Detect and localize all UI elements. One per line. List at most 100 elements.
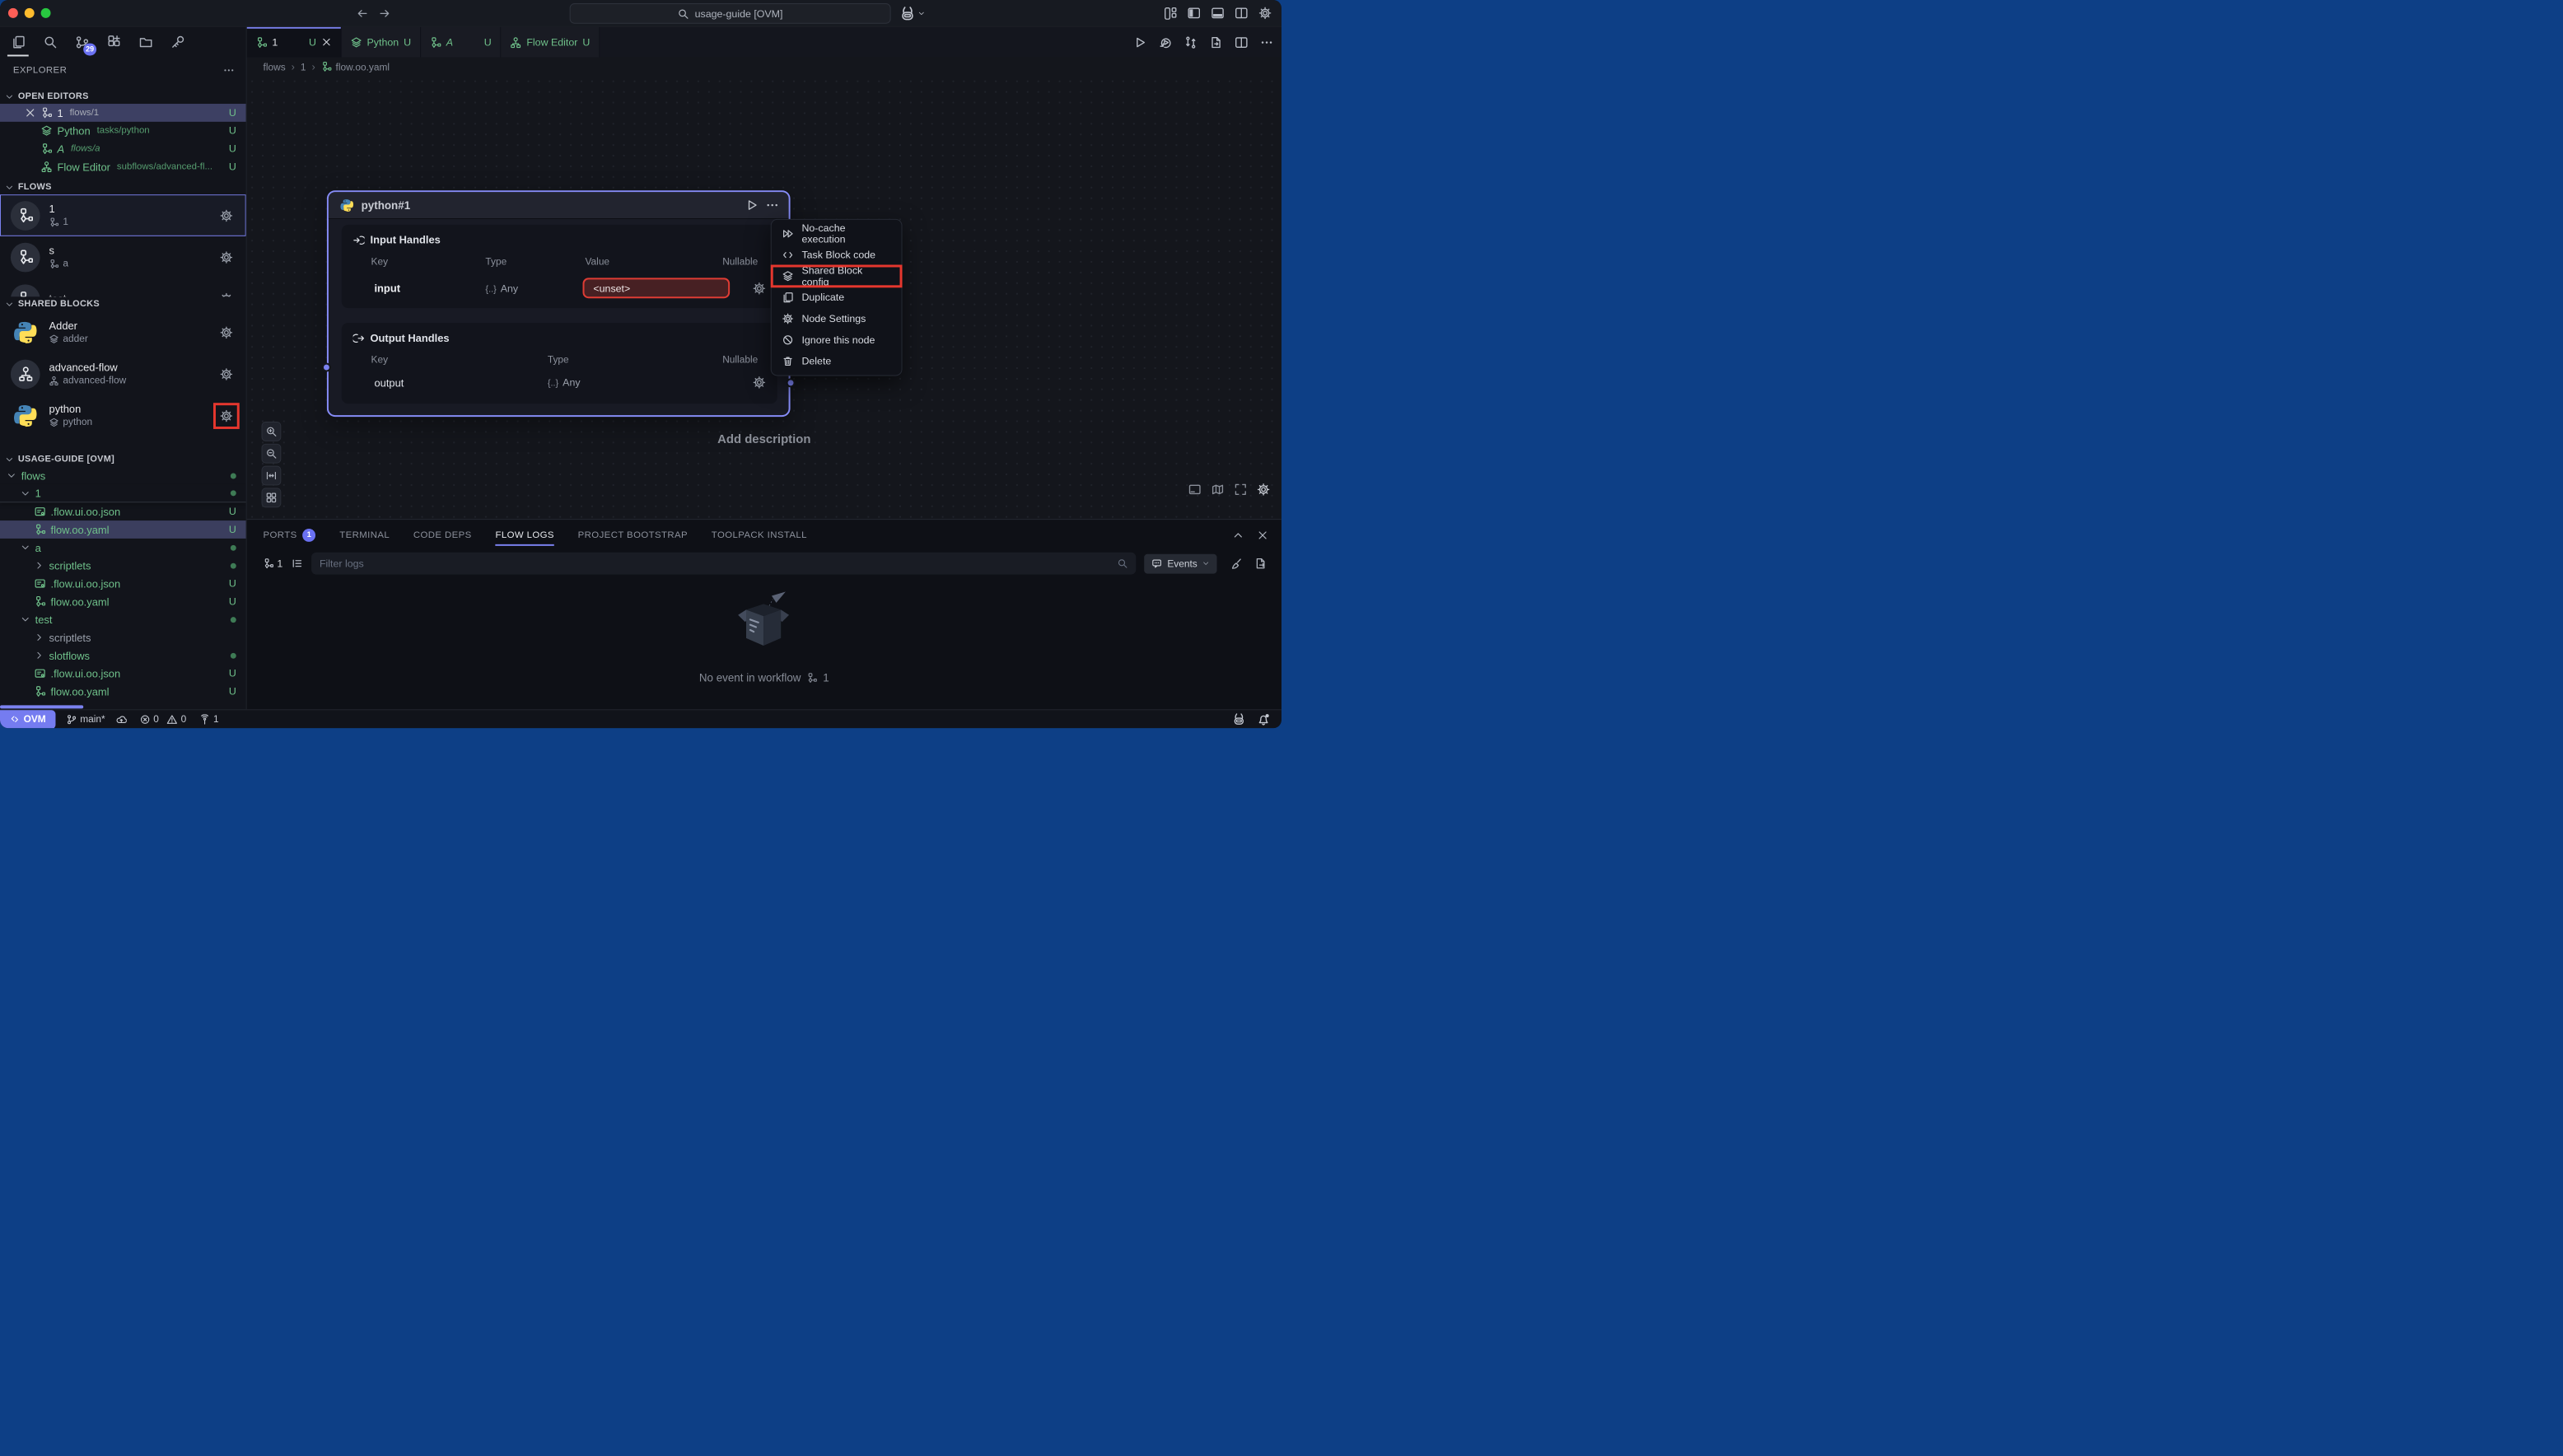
tree-item[interactable]: test bbox=[0, 610, 246, 628]
flows-header[interactable]: FLOWS bbox=[0, 180, 246, 194]
ports-status[interactable]: 1 bbox=[199, 713, 219, 725]
panel-tab[interactable]: TOOLPACK INSTALL bbox=[712, 520, 807, 550]
rerun-icon[interactable] bbox=[1159, 35, 1172, 49]
tree-item[interactable]: flow.oo.yaml U bbox=[0, 592, 246, 610]
map-icon[interactable] bbox=[1211, 483, 1225, 496]
run-node-icon[interactable] bbox=[745, 198, 759, 212]
notifications-bell-icon[interactable] bbox=[1257, 712, 1270, 726]
node-header[interactable]: python#1 bbox=[329, 192, 789, 219]
zoom-out-button[interactable] bbox=[262, 444, 282, 464]
close-tab-icon[interactable] bbox=[321, 37, 332, 48]
panel-tab[interactable]: PORTS 1 bbox=[264, 520, 316, 550]
shared-block-item[interactable]: Adder adder bbox=[0, 311, 246, 353]
open-editors-header[interactable]: OPEN EDITORS bbox=[0, 89, 246, 104]
node-more-icon[interactable] bbox=[766, 198, 779, 212]
tree-item[interactable]: .flow.ui.oo.json U bbox=[0, 665, 246, 683]
flow-settings-gear-icon[interactable] bbox=[219, 250, 234, 264]
clear-logs-icon[interactable] bbox=[1230, 558, 1242, 570]
editor-tab[interactable]: A U bbox=[421, 27, 502, 58]
panel-tab[interactable]: PROJECT BOOTSTRAP bbox=[578, 520, 688, 550]
tree-item[interactable]: flow.oo.yaml U bbox=[0, 520, 246, 539]
context-menu-item[interactable]: Delete bbox=[772, 351, 902, 372]
command-center-search[interactable]: usage-guide [OVM] bbox=[570, 3, 891, 24]
tree-item[interactable]: slotflows bbox=[0, 646, 246, 665]
flow-list-item[interactable]: 1 1 bbox=[0, 194, 246, 236]
folder-view-icon[interactable] bbox=[137, 33, 155, 51]
flow-canvas[interactable]: python#1 Input Handles Key Type Value Nu… bbox=[247, 76, 1282, 519]
zoom-in-button[interactable] bbox=[262, 422, 282, 441]
open-changes-icon[interactable] bbox=[1210, 35, 1223, 49]
block-settings-gear-icon[interactable] bbox=[219, 324, 234, 339]
unset-value-chip[interactable]: <unset> bbox=[583, 278, 731, 298]
shared-block-item[interactable]: python python bbox=[0, 394, 246, 436]
context-menu-item[interactable]: Task Block code bbox=[772, 245, 902, 266]
tree-item[interactable]: scriptlets bbox=[0, 557, 246, 575]
editor-tab[interactable]: Python U bbox=[342, 27, 421, 58]
mascot-icon[interactable] bbox=[1232, 712, 1245, 726]
flow-reference[interactable]: 1 bbox=[264, 558, 283, 569]
more-actions-icon[interactable] bbox=[223, 64, 235, 76]
search-view-icon[interactable] bbox=[41, 33, 59, 51]
explorer-view-icon[interactable] bbox=[9, 33, 27, 51]
block-settings-gear-icon[interactable] bbox=[219, 408, 234, 423]
shared-block-item[interactable]: advanced-flow advanced-flow bbox=[0, 353, 246, 395]
extensions-icon[interactable] bbox=[105, 33, 123, 51]
open-editor-item[interactable]: A flows/a U bbox=[0, 140, 246, 158]
export-logs-icon[interactable] bbox=[1254, 558, 1267, 570]
tree-item[interactable]: scriptlets bbox=[0, 628, 246, 646]
filter-logs-input[interactable] bbox=[320, 558, 1111, 569]
flow-list-item[interactable]: s a bbox=[0, 236, 246, 278]
git-branch-status[interactable]: main* bbox=[66, 713, 105, 725]
fullscreen-icon[interactable] bbox=[1234, 483, 1247, 496]
context-menu-item[interactable]: No-cache execution bbox=[772, 223, 902, 245]
log-list-icon[interactable] bbox=[291, 558, 303, 570]
bottom-panel-icon[interactable] bbox=[1188, 483, 1202, 496]
input-connector-handle[interactable] bbox=[322, 363, 331, 372]
horizontal-scrollbar[interactable] bbox=[0, 705, 83, 708]
flow-list-item[interactable]: test bbox=[0, 278, 246, 296]
breadcrumb-folder[interactable]: flows bbox=[264, 61, 286, 72]
handle-settings-gear-icon[interactable] bbox=[753, 376, 766, 389]
panel-tab[interactable]: CODE DEPS bbox=[413, 520, 472, 550]
handle-settings-gear-icon[interactable] bbox=[753, 282, 766, 295]
sync-changes-icon[interactable] bbox=[1184, 35, 1197, 49]
open-editor-item[interactable]: Python tasks/python U bbox=[0, 122, 246, 140]
problems-status[interactable]: 0 0 bbox=[139, 713, 186, 725]
add-description-button[interactable]: Add description bbox=[247, 432, 1282, 446]
events-dropdown[interactable]: Events bbox=[1145, 553, 1217, 573]
panel-tab[interactable]: FLOW LOGS bbox=[495, 520, 553, 550]
output-connector-handle[interactable] bbox=[787, 378, 796, 387]
context-menu-item[interactable]: Shared Block config bbox=[772, 265, 902, 287]
panel-tab[interactable]: TERMINAL bbox=[339, 520, 390, 550]
remote-indicator[interactable]: OVM bbox=[0, 710, 55, 728]
canvas-settings-gear-icon[interactable] bbox=[1257, 483, 1270, 496]
toggle-secondary-sidebar-icon[interactable] bbox=[1235, 7, 1248, 20]
assistant-menu[interactable] bbox=[900, 6, 926, 21]
maximize-window-button[interactable] bbox=[41, 8, 51, 18]
navigate-back-icon[interactable] bbox=[357, 7, 369, 19]
breadcrumb[interactable]: flows 1 flow.oo.yaml bbox=[247, 57, 1282, 76]
split-editor-icon[interactable] bbox=[1235, 35, 1248, 49]
editor-tab[interactable]: 1 U bbox=[247, 27, 342, 58]
fit-view-button[interactable] bbox=[262, 466, 282, 486]
close-icon[interactable] bbox=[25, 107, 36, 119]
tree-item[interactable]: a bbox=[0, 539, 246, 557]
more-actions-icon[interactable] bbox=[1260, 35, 1273, 49]
customize-layout-icon[interactable] bbox=[1164, 7, 1177, 20]
breadcrumb-file[interactable]: flow.oo.yaml bbox=[321, 61, 390, 72]
keys-view-icon[interactable] bbox=[168, 33, 186, 51]
minimize-window-button[interactable] bbox=[25, 8, 35, 18]
flow-settings-gear-icon[interactable] bbox=[219, 208, 234, 223]
open-editor-item[interactable]: 1 flows/1 U bbox=[0, 104, 246, 122]
editor-tab[interactable]: Flow Editor U bbox=[502, 27, 600, 58]
block-settings-gear-icon[interactable] bbox=[219, 366, 234, 381]
source-control-icon[interactable]: 29 bbox=[72, 33, 91, 51]
breadcrumb-folder[interactable]: 1 bbox=[301, 61, 306, 72]
toggle-panel-icon[interactable] bbox=[1211, 7, 1225, 20]
tree-item[interactable]: .flow.ui.oo.json U bbox=[0, 575, 246, 593]
navigate-forward-icon[interactable] bbox=[378, 7, 390, 19]
context-menu-item[interactable]: Node Settings bbox=[772, 308, 902, 329]
toggle-sidebar-icon[interactable] bbox=[1188, 7, 1201, 20]
open-editor-item[interactable]: Flow Editor subflows/advanced-fl... U bbox=[0, 158, 246, 176]
run-flow-icon[interactable] bbox=[1133, 35, 1146, 49]
